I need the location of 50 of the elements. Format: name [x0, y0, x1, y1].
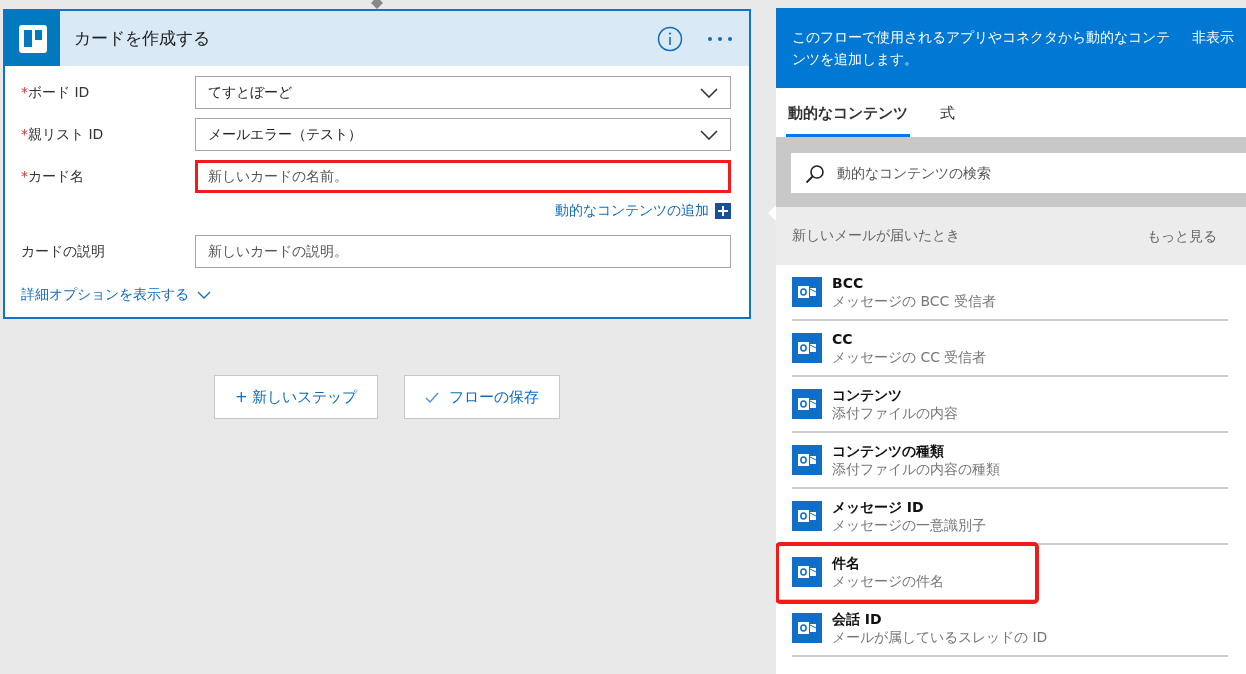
outlook-icon — [792, 445, 822, 475]
outlook-icon — [792, 277, 822, 307]
item-description: メッセージの一意識別子 — [832, 516, 986, 535]
outlook-icon — [792, 613, 822, 643]
search-field[interactable]: 動的なコンテンツの検索 — [791, 153, 1246, 193]
dynamic-content-item[interactable]: CC メッセージの CC 受信者 — [792, 321, 1228, 377]
outlook-icon — [792, 557, 822, 587]
hide-link[interactable]: 非表示 — [1192, 26, 1234, 88]
item-description: メールが属しているスレッドの ID — [832, 628, 1048, 647]
item-description: メッセージの件名 — [832, 572, 944, 591]
item-name: 会話 ID — [832, 609, 883, 628]
item-description: 添付ファイルの内容 — [832, 404, 958, 423]
field-label: *ボード ID — [21, 83, 91, 102]
action-button[interactable]: + 新しいステップ — [214, 375, 379, 419]
item-description: 添付ファイルの内容の種類 — [832, 460, 1000, 479]
item-description: メッセージの BCC 受信者 — [832, 292, 996, 311]
item-name: コンテンツ — [832, 385, 903, 404]
tab[interactable]: 式 — [938, 101, 957, 137]
info-icon[interactable] — [657, 25, 683, 52]
input-field[interactable]: 新しいカードの名前。 — [195, 160, 731, 193]
plus-icon[interactable] — [715, 200, 731, 221]
field-label: *親リスト ID — [21, 125, 105, 144]
card-title: カードを作成する — [74, 26, 211, 50]
dynamic-content-item[interactable]: コンテンツの種類 添付ファイルの内容の種類 — [792, 433, 1228, 489]
field-label: *カード名 — [21, 167, 85, 186]
add-dynamic-content-link[interactable]: 動的なコンテンツの追加 — [555, 200, 709, 221]
outlook-icon — [792, 389, 822, 419]
advanced-options-link[interactable]: 詳細オプションを表示する — [21, 284, 189, 305]
item-name: 件名 — [832, 553, 861, 572]
see-more-link[interactable]: もっと見る — [1146, 225, 1218, 261]
search-icon — [805, 162, 825, 184]
dynamic-content-item[interactable]: コンテンツ 添付ファイルの内容 — [792, 377, 1228, 433]
outlook-icon — [792, 501, 822, 531]
dynamic-content-item[interactable]: 会話 ID メールが属しているスレッドの ID — [792, 601, 1228, 657]
panel-description: このフローで使用されるアプリやコネクタから動的なコンテンツを追加します。 — [792, 28, 1171, 70]
dynamic-content-item[interactable]: メッセージ ID メッセージの一意識別子 — [792, 489, 1228, 545]
outlook-icon — [792, 333, 822, 363]
dynamic-content-item[interactable]: BCC メッセージの BCC 受信者 — [792, 265, 1228, 321]
action-button[interactable]: フローの保存 — [404, 375, 561, 419]
item-name: コンテンツの種類 — [832, 441, 945, 460]
item-description: メッセージの CC 受信者 — [832, 348, 987, 367]
dropdown-field[interactable]: てすとぼーど — [195, 76, 731, 109]
group-title: 新しいメールが届いたとき — [792, 226, 960, 245]
dropdown-field[interactable]: メールエラー（テスト） — [195, 118, 731, 151]
input-field[interactable]: 新しいカードの説明。 — [195, 235, 731, 268]
item-name: メッセージ ID — [832, 497, 925, 516]
item-name: CC — [832, 329, 854, 348]
field-label: カードの説明 — [21, 242, 106, 261]
dynamic-content-item[interactable]: 件名 メッセージの件名 — [778, 545, 1036, 601]
item-name: BCC — [832, 273, 865, 292]
